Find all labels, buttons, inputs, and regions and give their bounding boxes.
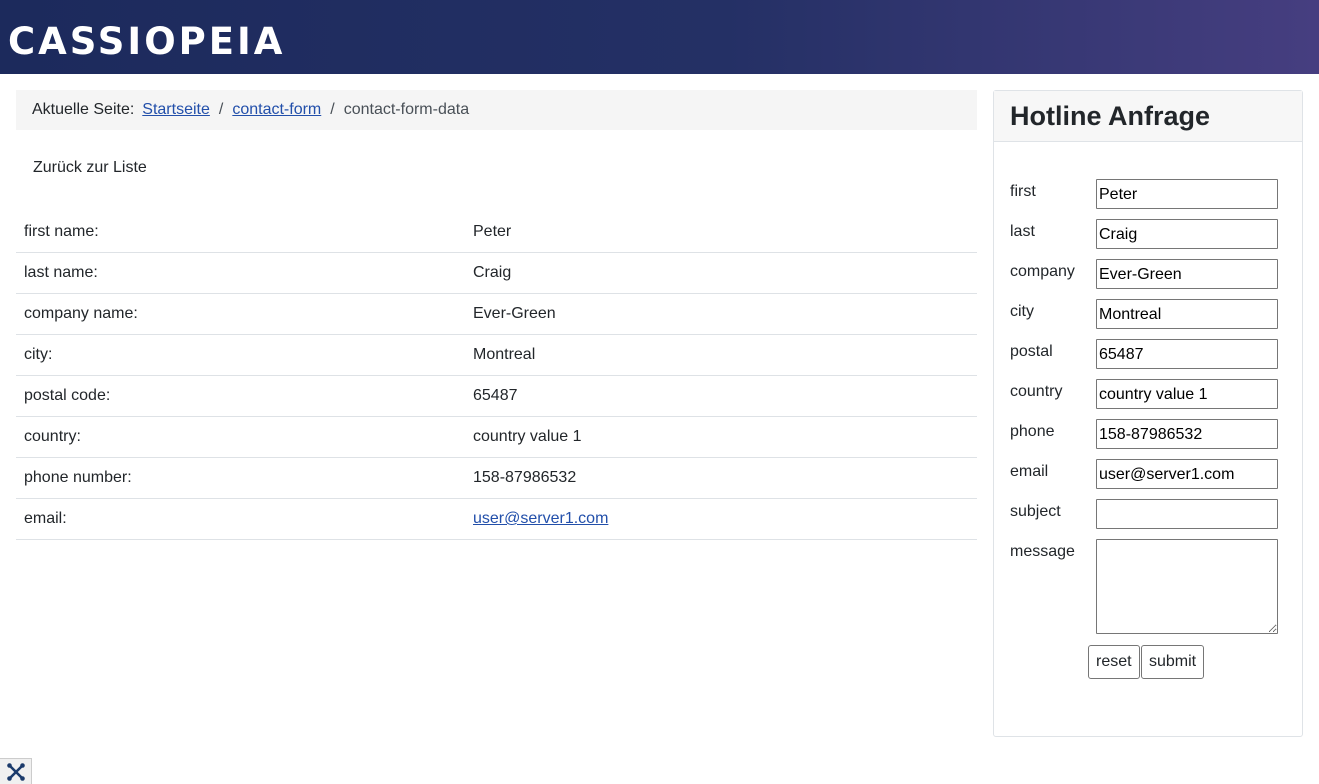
row-label: city: xyxy=(24,346,53,363)
field-label: city xyxy=(1010,303,1034,320)
breadcrumb: Aktuelle Seite: Startseite / contact-for… xyxy=(16,90,977,130)
field-label: phone xyxy=(1010,423,1055,440)
breadcrumb-current: contact-form-data xyxy=(343,101,470,118)
form-row-postal: postal xyxy=(1010,339,1280,373)
table-row: phone number: 158-87986532 xyxy=(16,458,977,499)
postal-input[interactable] xyxy=(1096,339,1278,369)
form-row-phone: phone xyxy=(1010,419,1280,453)
first-input[interactable] xyxy=(1096,179,1278,209)
joomla-icon[interactable] xyxy=(0,758,32,784)
row-label: last name: xyxy=(24,264,98,281)
hotline-sidebar: Hotline Anfrage first last company city … xyxy=(993,90,1303,737)
joomla-icon xyxy=(6,762,25,781)
form-row-first: first xyxy=(1010,179,1280,213)
last-input[interactable] xyxy=(1096,219,1278,249)
row-value: 158-87986532 xyxy=(473,469,577,486)
back-to-list-link[interactable]: Zurück zur Liste xyxy=(33,159,147,177)
sidebar-header: Hotline Anfrage xyxy=(994,91,1302,142)
row-value: 65487 xyxy=(473,387,518,404)
table-row: postal code: 65487 xyxy=(16,376,977,417)
row-label: first name: xyxy=(24,223,99,240)
breadcrumb-lead: Aktuelle Seite: xyxy=(32,101,135,118)
form-row-company: company xyxy=(1010,259,1280,293)
field-label: message xyxy=(1010,543,1075,560)
row-label: postal code: xyxy=(24,387,111,404)
row-value: country value 1 xyxy=(473,428,582,445)
field-label: postal xyxy=(1010,343,1053,360)
contact-data-table: first name: Peter last name: Craig compa… xyxy=(16,212,977,540)
sidebar-title: Hotline Anfrage xyxy=(1010,100,1211,131)
site-header: CASSIOPEIA xyxy=(0,0,1319,74)
table-row: first name: Peter xyxy=(16,212,977,253)
row-label: country: xyxy=(24,428,81,445)
breadcrumb-link-contact-form[interactable]: contact-form xyxy=(232,101,321,119)
email-input[interactable] xyxy=(1096,459,1278,489)
message-textarea[interactable] xyxy=(1096,539,1278,634)
table-row: email: user@server1.com xyxy=(16,499,977,540)
field-label: subject xyxy=(1010,503,1061,520)
email-link[interactable]: user@server1.com xyxy=(473,510,608,528)
form-row-city: city xyxy=(1010,299,1280,333)
field-label: country xyxy=(1010,383,1063,400)
breadcrumb-separator: / xyxy=(330,101,335,118)
row-label: phone number: xyxy=(24,469,132,486)
site-brand[interactable]: CASSIOPEIA xyxy=(8,19,285,65)
row-value: Peter xyxy=(473,223,512,240)
row-value: Montreal xyxy=(473,346,536,363)
table-row: company name: Ever-Green xyxy=(16,294,977,335)
table-row: city: Montreal xyxy=(16,335,977,376)
row-value: Ever-Green xyxy=(473,305,556,322)
form-row-last: last xyxy=(1010,219,1280,253)
subject-input[interactable] xyxy=(1096,499,1278,529)
row-label: company name: xyxy=(24,305,138,322)
field-label: email xyxy=(1010,463,1049,480)
breadcrumb-link-startseite[interactable]: Startseite xyxy=(142,101,210,119)
table-row: last name: Craig xyxy=(16,253,977,294)
field-label: company xyxy=(1010,263,1075,280)
reset-button[interactable]: reset xyxy=(1088,645,1140,679)
row-label: email: xyxy=(24,510,67,527)
company-input[interactable] xyxy=(1096,259,1278,289)
country-input[interactable] xyxy=(1096,379,1278,409)
form-row-message: message xyxy=(1010,539,1280,634)
field-label: last xyxy=(1010,223,1035,240)
form-row-subject: subject xyxy=(1010,499,1280,533)
table-row: country: country value 1 xyxy=(16,417,977,458)
row-value: Craig xyxy=(473,264,512,281)
phone-input[interactable] xyxy=(1096,419,1278,449)
city-input[interactable] xyxy=(1096,299,1278,329)
submit-button[interactable]: submit xyxy=(1141,645,1205,679)
form-row-email: email xyxy=(1010,459,1280,493)
breadcrumb-separator: / xyxy=(218,101,224,118)
field-label: first xyxy=(1010,183,1036,200)
form-row-country: country xyxy=(1010,379,1280,413)
